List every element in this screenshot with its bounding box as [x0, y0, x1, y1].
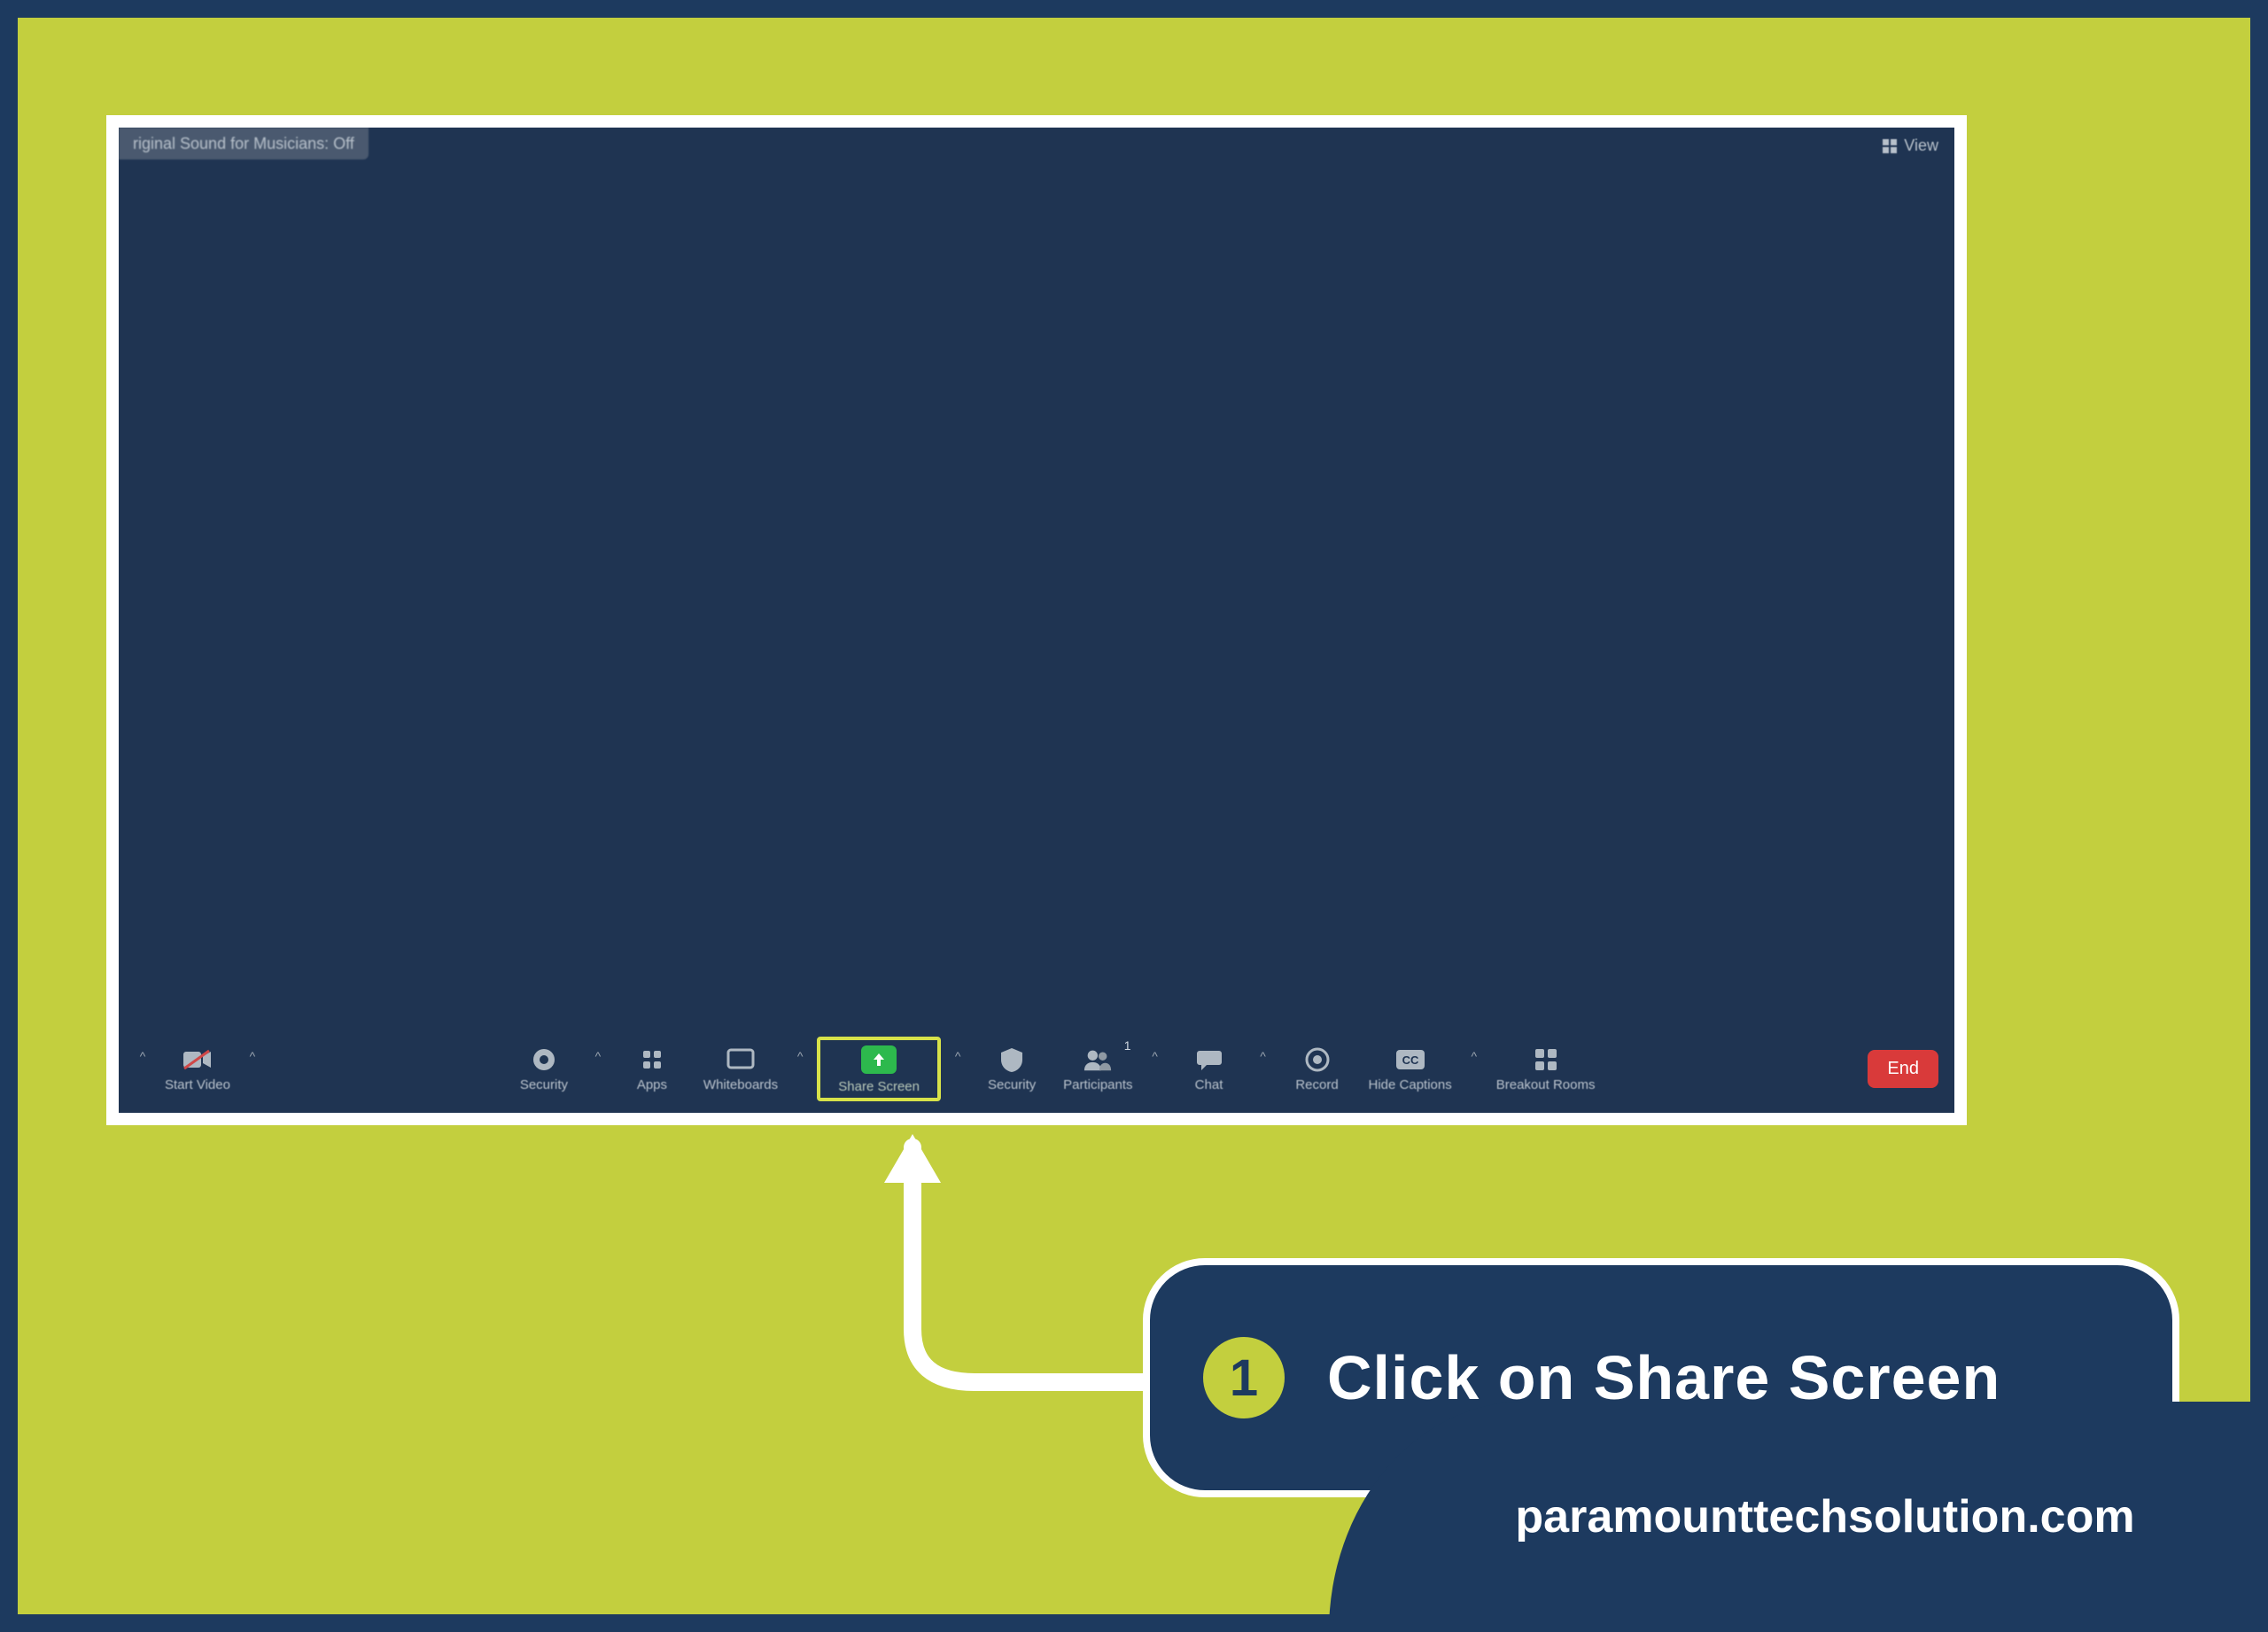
shield2-icon: [997, 1047, 1027, 1072]
participants-label: Participants: [1063, 1077, 1132, 1092]
security2-button[interactable]: Security: [975, 1042, 1049, 1096]
participants-button[interactable]: 1 Participants: [1058, 1042, 1138, 1096]
apps-icon: [637, 1047, 667, 1072]
video-icon: [183, 1047, 213, 1072]
record-label: Record: [1295, 1077, 1338, 1092]
record-button[interactable]: Record: [1280, 1042, 1355, 1096]
zoom-meeting-window: riginal Sound for Musicians: Off View ^: [119, 128, 1954, 1113]
share-screen-icon: [861, 1045, 897, 1074]
apps-label: Apps: [637, 1077, 667, 1092]
view-toggle[interactable]: View: [1883, 136, 1938, 155]
whiteboards-button[interactable]: Whiteboards: [698, 1042, 783, 1096]
svg-text:CC: CC: [1402, 1053, 1418, 1067]
whiteboard-icon: [726, 1047, 756, 1072]
start-video-caret[interactable]: ^: [245, 1049, 260, 1063]
breakout-icon: [1531, 1047, 1561, 1072]
participants-icon: [1083, 1047, 1113, 1072]
record-icon: [1302, 1047, 1332, 1072]
apps-button[interactable]: Apps: [615, 1042, 689, 1096]
security2-label: Security: [988, 1077, 1036, 1092]
breakout-rooms-label: Breakout Rooms: [1496, 1077, 1596, 1092]
security-label: Security: [520, 1077, 568, 1092]
share-screen-caret[interactable]: ^: [950, 1049, 966, 1063]
start-video-button[interactable]: Start Video: [159, 1042, 236, 1096]
callout-arrow: [868, 1134, 1187, 1418]
shield-icon: [529, 1047, 559, 1072]
start-video-label: Start Video: [165, 1077, 230, 1092]
hide-captions-caret[interactable]: ^: [1466, 1049, 1482, 1063]
hide-captions-button[interactable]: CC Hide Captions: [1363, 1042, 1457, 1096]
chat-label: Chat: [1195, 1077, 1223, 1092]
chat-caret[interactable]: ^: [1255, 1049, 1271, 1063]
screenshot-frame: riginal Sound for Musicians: Off View ^: [106, 115, 1967, 1125]
step-number: 1: [1230, 1348, 1258, 1408]
tutorial-slide: riginal Sound for Musicians: Off View ^: [0, 0, 2268, 1632]
whiteboards-caret[interactable]: ^: [792, 1049, 808, 1063]
captions-icon: CC: [1395, 1047, 1425, 1072]
end-label: End: [1887, 1059, 1919, 1078]
chat-button[interactable]: Chat: [1172, 1042, 1247, 1096]
mute-caret[interactable]: ^: [135, 1049, 151, 1063]
grid-icon: [1883, 139, 1897, 153]
footer-url: paramounttechsolution.com: [1515, 1490, 2134, 1543]
participants-count: 1: [1124, 1038, 1131, 1053]
view-label: View: [1904, 136, 1938, 155]
share-screen-label: Share Screen: [838, 1079, 920, 1094]
participants-caret[interactable]: ^: [1147, 1049, 1163, 1063]
hide-captions-label: Hide Captions: [1369, 1077, 1452, 1092]
chat-icon: [1194, 1047, 1224, 1072]
whiteboards-label: Whiteboards: [703, 1077, 778, 1092]
breakout-rooms-button[interactable]: Breakout Rooms: [1491, 1042, 1601, 1096]
share-screen-button[interactable]: Share Screen: [817, 1037, 941, 1101]
zoom-toolbar: ^ Start Video ^: [119, 1031, 1954, 1113]
security-button[interactable]: Security: [507, 1042, 581, 1096]
security-caret[interactable]: ^: [590, 1049, 606, 1063]
audio-status-text: riginal Sound for Musicians: Off: [133, 135, 354, 152]
audio-status-pill[interactable]: riginal Sound for Musicians: Off: [119, 128, 369, 159]
step-number-badge: 1: [1203, 1337, 1285, 1418]
end-meeting-button[interactable]: End: [1868, 1050, 1938, 1088]
footer-banner: paramounttechsolution.com: [1329, 1402, 2268, 1632]
